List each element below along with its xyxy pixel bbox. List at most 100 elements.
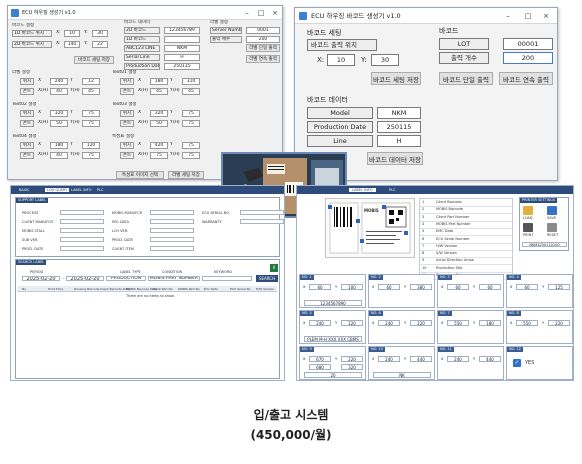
save-icon[interactable] xyxy=(547,206,557,215)
x-input[interactable]: 60 xyxy=(309,284,331,290)
row-x-input[interactable]: 240 xyxy=(50,78,68,85)
row-x-input[interactable]: 40 xyxy=(50,88,68,95)
row-y-input[interactable]: 75 xyxy=(82,110,100,117)
date-input[interactable]: 250115 xyxy=(377,121,421,133)
data-input[interactable]: H xyxy=(164,54,200,61)
support-field-input[interactable] xyxy=(60,228,104,233)
single-print-button[interactable]: 바코드 단일 출력 xyxy=(439,72,493,85)
maximize-button[interactable]: □ xyxy=(254,6,268,19)
row-x-input[interactable]: 320 xyxy=(50,110,68,117)
value-input[interactable]: 20 xyxy=(304,372,362,378)
lot-input[interactable]: 00001 xyxy=(503,38,553,50)
continuous-label-button[interactable]: 라벨 연속 출력 xyxy=(246,55,280,63)
row-y-input[interactable]: 75 xyxy=(182,110,200,117)
single-label-button[interactable]: 라벨 단일 출력 xyxy=(246,44,280,52)
row-y-input[interactable]: 120 xyxy=(82,142,100,149)
minimize-button[interactable]: – xyxy=(499,8,517,23)
x-input[interactable]: 240 xyxy=(378,356,400,362)
y-input[interactable]: 120 xyxy=(341,320,363,326)
label-setting-input[interactable]: 0001 xyxy=(246,27,280,34)
maximize-button[interactable]: □ xyxy=(519,8,537,23)
save-position-button[interactable]: 바코드 세팅 저장 xyxy=(74,56,114,64)
y-input[interactable]: 30 xyxy=(371,54,399,66)
support-field-input[interactable] xyxy=(60,210,104,215)
row-y-input[interactable]: 75 xyxy=(182,120,200,127)
model-input[interactable]: NKM xyxy=(377,107,421,119)
continuous-print-button[interactable]: 바코드 연속 출력 xyxy=(499,72,553,85)
support-field-input[interactable] xyxy=(60,219,104,224)
support-field-input[interactable] xyxy=(240,219,284,224)
row-x-input[interactable]: 420 xyxy=(150,142,168,149)
support-field-input[interactable] xyxy=(60,237,104,242)
y-input[interactable]: 125 xyxy=(548,284,570,290)
row-x-input[interactable]: 45 xyxy=(150,88,168,95)
value-input[interactable]: 1234567890 xyxy=(304,300,362,306)
row-x-input[interactable]: 320 xyxy=(150,110,168,117)
keyword-input[interactable] xyxy=(202,276,252,281)
row-x-input[interactable]: 180 xyxy=(50,142,68,149)
tab-plc[interactable]: PLC xyxy=(97,188,104,192)
y-input[interactable]: 30 xyxy=(92,30,108,37)
x2-input[interactable]: 680 xyxy=(309,364,331,370)
support-field-input[interactable] xyxy=(150,219,194,224)
line-input[interactable]: H xyxy=(377,135,421,147)
x-input[interactable]: 60 xyxy=(447,284,469,290)
x-input[interactable]: 240 xyxy=(309,320,331,326)
row-x-input[interactable]: 180 xyxy=(150,78,168,85)
date-to-input[interactable]: 2025-02-20 xyxy=(66,276,104,281)
y-input[interactable]: 60 xyxy=(479,284,501,290)
close-button[interactable]: × xyxy=(268,6,282,19)
data-input[interactable]: 250115 xyxy=(164,63,200,70)
tab-plc[interactable]: PLC xyxy=(389,188,396,192)
x-input[interactable]: 10 xyxy=(64,30,80,37)
value-input[interactable]: NK xyxy=(373,372,431,378)
save-setting-button[interactable]: 바코드 세팅 저장 xyxy=(371,72,421,85)
row-y-input[interactable]: 310 xyxy=(182,78,200,85)
row-x-input[interactable]: 75 xyxy=(150,152,168,159)
tab-label-info[interactable]: LABEL INFO xyxy=(71,188,92,192)
y-input[interactable]: 440 xyxy=(410,356,432,362)
label-setting-input[interactable]: 200 xyxy=(246,36,280,43)
support-field-input[interactable] xyxy=(150,246,194,251)
row-x-input[interactable]: 40 xyxy=(50,152,68,159)
count-input[interactable]: 200 xyxy=(503,52,553,64)
x-input[interactable]: 240 xyxy=(447,356,469,362)
x-input[interactable]: 550 xyxy=(516,320,538,326)
label-type-select[interactable]: PRODUCTION xyxy=(106,276,146,281)
x-input[interactable]: 670 xyxy=(309,356,331,362)
y-input[interactable]: 440 xyxy=(479,356,501,362)
x-input[interactable]: 60 xyxy=(516,284,538,290)
row-x-input[interactable]: 50 xyxy=(50,120,68,127)
reset-icon[interactable] xyxy=(547,223,557,232)
checkbox-icon[interactable]: ✓ xyxy=(513,359,521,367)
support-field-input[interactable] xyxy=(60,246,104,251)
close-button[interactable]: × xyxy=(537,8,555,23)
x-input[interactable]: 60 xyxy=(378,284,400,290)
row-y-input[interactable]: 45 xyxy=(182,88,200,95)
y-input[interactable]: 220 xyxy=(341,356,363,362)
print-icon[interactable] xyxy=(523,223,533,232)
y-input[interactable]: 22 xyxy=(92,41,108,48)
row-y-input[interactable]: 75 xyxy=(182,152,200,159)
row-y-input[interactable]: 12 xyxy=(82,78,100,85)
excel-icon[interactable]: X xyxy=(270,264,278,272)
minimize-button[interactable]: – xyxy=(240,6,254,19)
x-input[interactable]: 10 xyxy=(327,54,355,66)
tab-basic[interactable]: BASIC xyxy=(19,188,30,192)
data-input[interactable]: 123456789 xyxy=(164,27,200,34)
support-field-input[interactable] xyxy=(150,228,194,233)
select-image-button[interactable]: 특성표 이미지 선택 xyxy=(116,171,164,179)
tab-log-query[interactable]: LOG QUERY xyxy=(45,188,70,192)
y-input[interactable]: 220 xyxy=(410,320,432,326)
support-field-input[interactable] xyxy=(150,210,194,215)
x-input[interactable]: 550 xyxy=(447,320,469,326)
save-label-button[interactable]: 라벨 세팅 저장 xyxy=(168,171,204,179)
x-input[interactable]: 140 xyxy=(64,41,80,48)
row-x-input[interactable]: 50 xyxy=(150,120,168,127)
data-input[interactable]: NKM xyxy=(164,45,200,52)
support-field-input[interactable] xyxy=(150,237,194,242)
y-input[interactable]: 380 xyxy=(410,284,432,290)
y-input[interactable]: 180 xyxy=(479,320,501,326)
row-y-input[interactable]: 75 xyxy=(82,120,100,127)
x-input[interactable]: 240 xyxy=(378,320,400,326)
